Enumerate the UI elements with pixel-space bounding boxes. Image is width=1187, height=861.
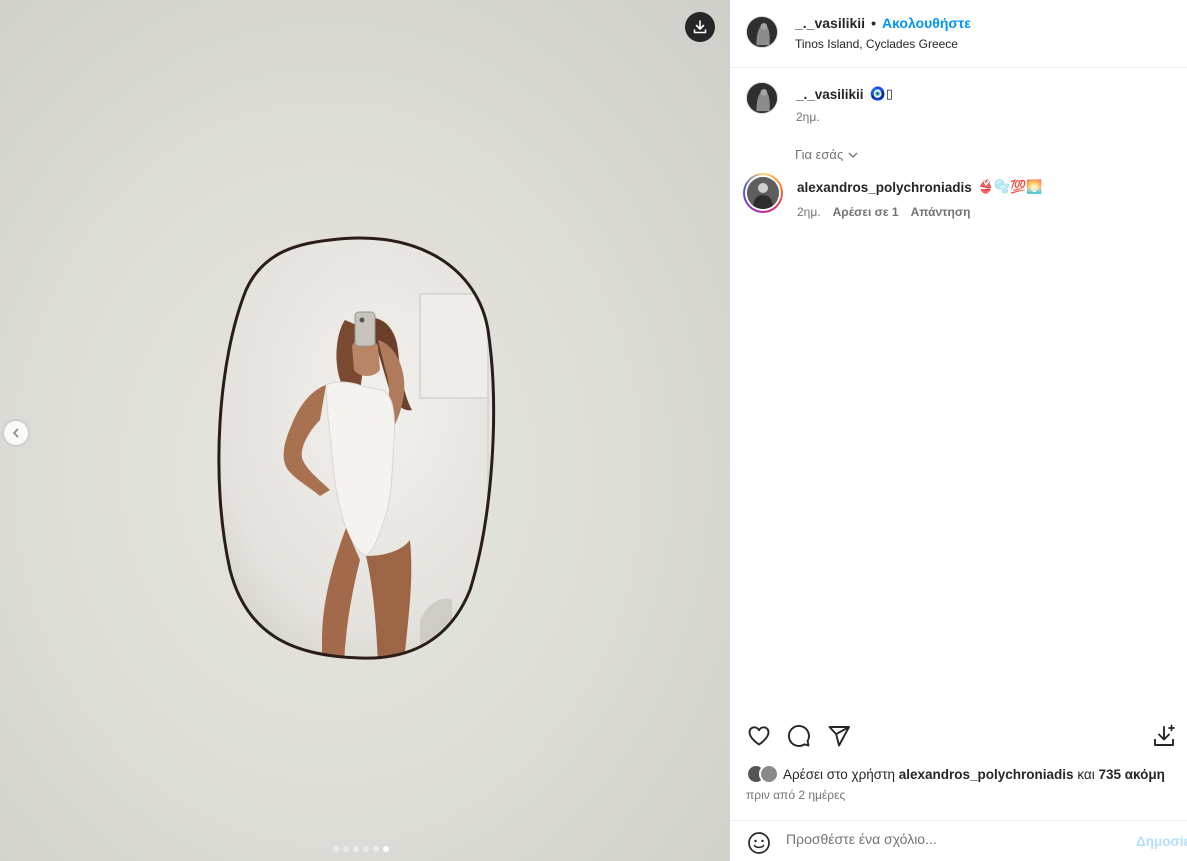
add-comment-bar: Δημοσίευση [730,820,1187,861]
location-link[interactable]: Tinos Island, Cyclades Greece [795,37,958,51]
comment-item: alexandros_polychroniadis 👙🫧💯🌅 2ημ. Αρέσ… [730,173,1187,221]
share-button[interactable] [825,722,853,750]
save-download-icon [1154,724,1175,746]
commenter-avatar[interactable] [743,173,783,213]
comment-reply-button[interactable]: Απάντηση [911,205,971,219]
caption-text: 🧿▯ [869,86,893,101]
download-button[interactable] [685,12,715,42]
carousel-dot [343,846,349,852]
caption-avatar[interactable] [746,82,778,114]
chevron-left-icon [13,428,19,438]
post-timestamp[interactable]: πριν από 2 ημέρες [746,788,845,802]
emoji-smile-icon [748,832,770,854]
post-media[interactable] [0,0,730,861]
action-bar [730,718,1187,754]
likes-user[interactable]: alexandros_polychroniadis [899,767,1074,782]
save-download-button[interactable] [1150,722,1178,750]
comment-input[interactable] [786,831,1116,847]
header-username[interactable]: _._vasilikii [795,15,865,31]
likes-summary[interactable]: Αρέσει στο χρήστη alexandros_polychronia… [746,764,1165,784]
comment-sort-label: Για εσάς [795,147,844,162]
follow-button[interactable]: Ακολουθήστε [882,15,971,31]
separator-dot: • [871,15,876,31]
liker-avatar [759,764,779,784]
download-icon [693,20,707,34]
comment-sort-dropdown[interactable]: Για εσάς [795,147,859,162]
comment-icon [788,725,810,747]
carousel-dot [373,846,379,852]
carousel-indicator [333,846,389,852]
carousel-dot [353,846,359,852]
caption-username[interactable]: _._vasilikii [796,87,864,102]
carousel-dot [363,846,369,852]
post-header-user: _._vasilikii • Ακολουθήστε [795,15,971,31]
carousel-dot [383,846,389,852]
heart-icon [748,726,770,746]
likes-joiner: και [1077,766,1095,782]
chevron-down-icon [848,152,858,158]
comment-text: 👙🫧💯🌅 [977,179,1043,194]
comment-time[interactable]: 2ημ. [797,205,821,219]
comment-likes-link[interactable]: Αρέσει σε 1 [833,205,899,219]
comment-username[interactable]: alexandros_polychroniadis [797,180,972,195]
post-photo [217,236,496,660]
comment-button[interactable] [785,722,813,750]
emoji-button[interactable] [747,831,771,855]
carousel-prev-button[interactable] [4,421,28,445]
likes-prefix: Αρέσει στο χρήστη [783,766,895,782]
post-comment-button[interactable]: Δημοσίευση [1136,834,1187,849]
likes-others[interactable]: 735 ακόμη [1098,767,1164,782]
caption-time[interactable]: 2ημ. [796,110,820,124]
post-side-panel: _._vasilikii • Ακολουθήστε Tinos Island,… [730,0,1187,861]
carousel-dot [333,846,339,852]
send-icon [828,726,850,747]
avatar[interactable] [746,16,778,48]
post-header: _._vasilikii • Ακολουθήστε Tinos Island,… [730,0,1187,68]
like-button[interactable] [745,722,773,750]
caption: _._vasilikii 🧿▯ 2ημ. [730,82,1187,126]
